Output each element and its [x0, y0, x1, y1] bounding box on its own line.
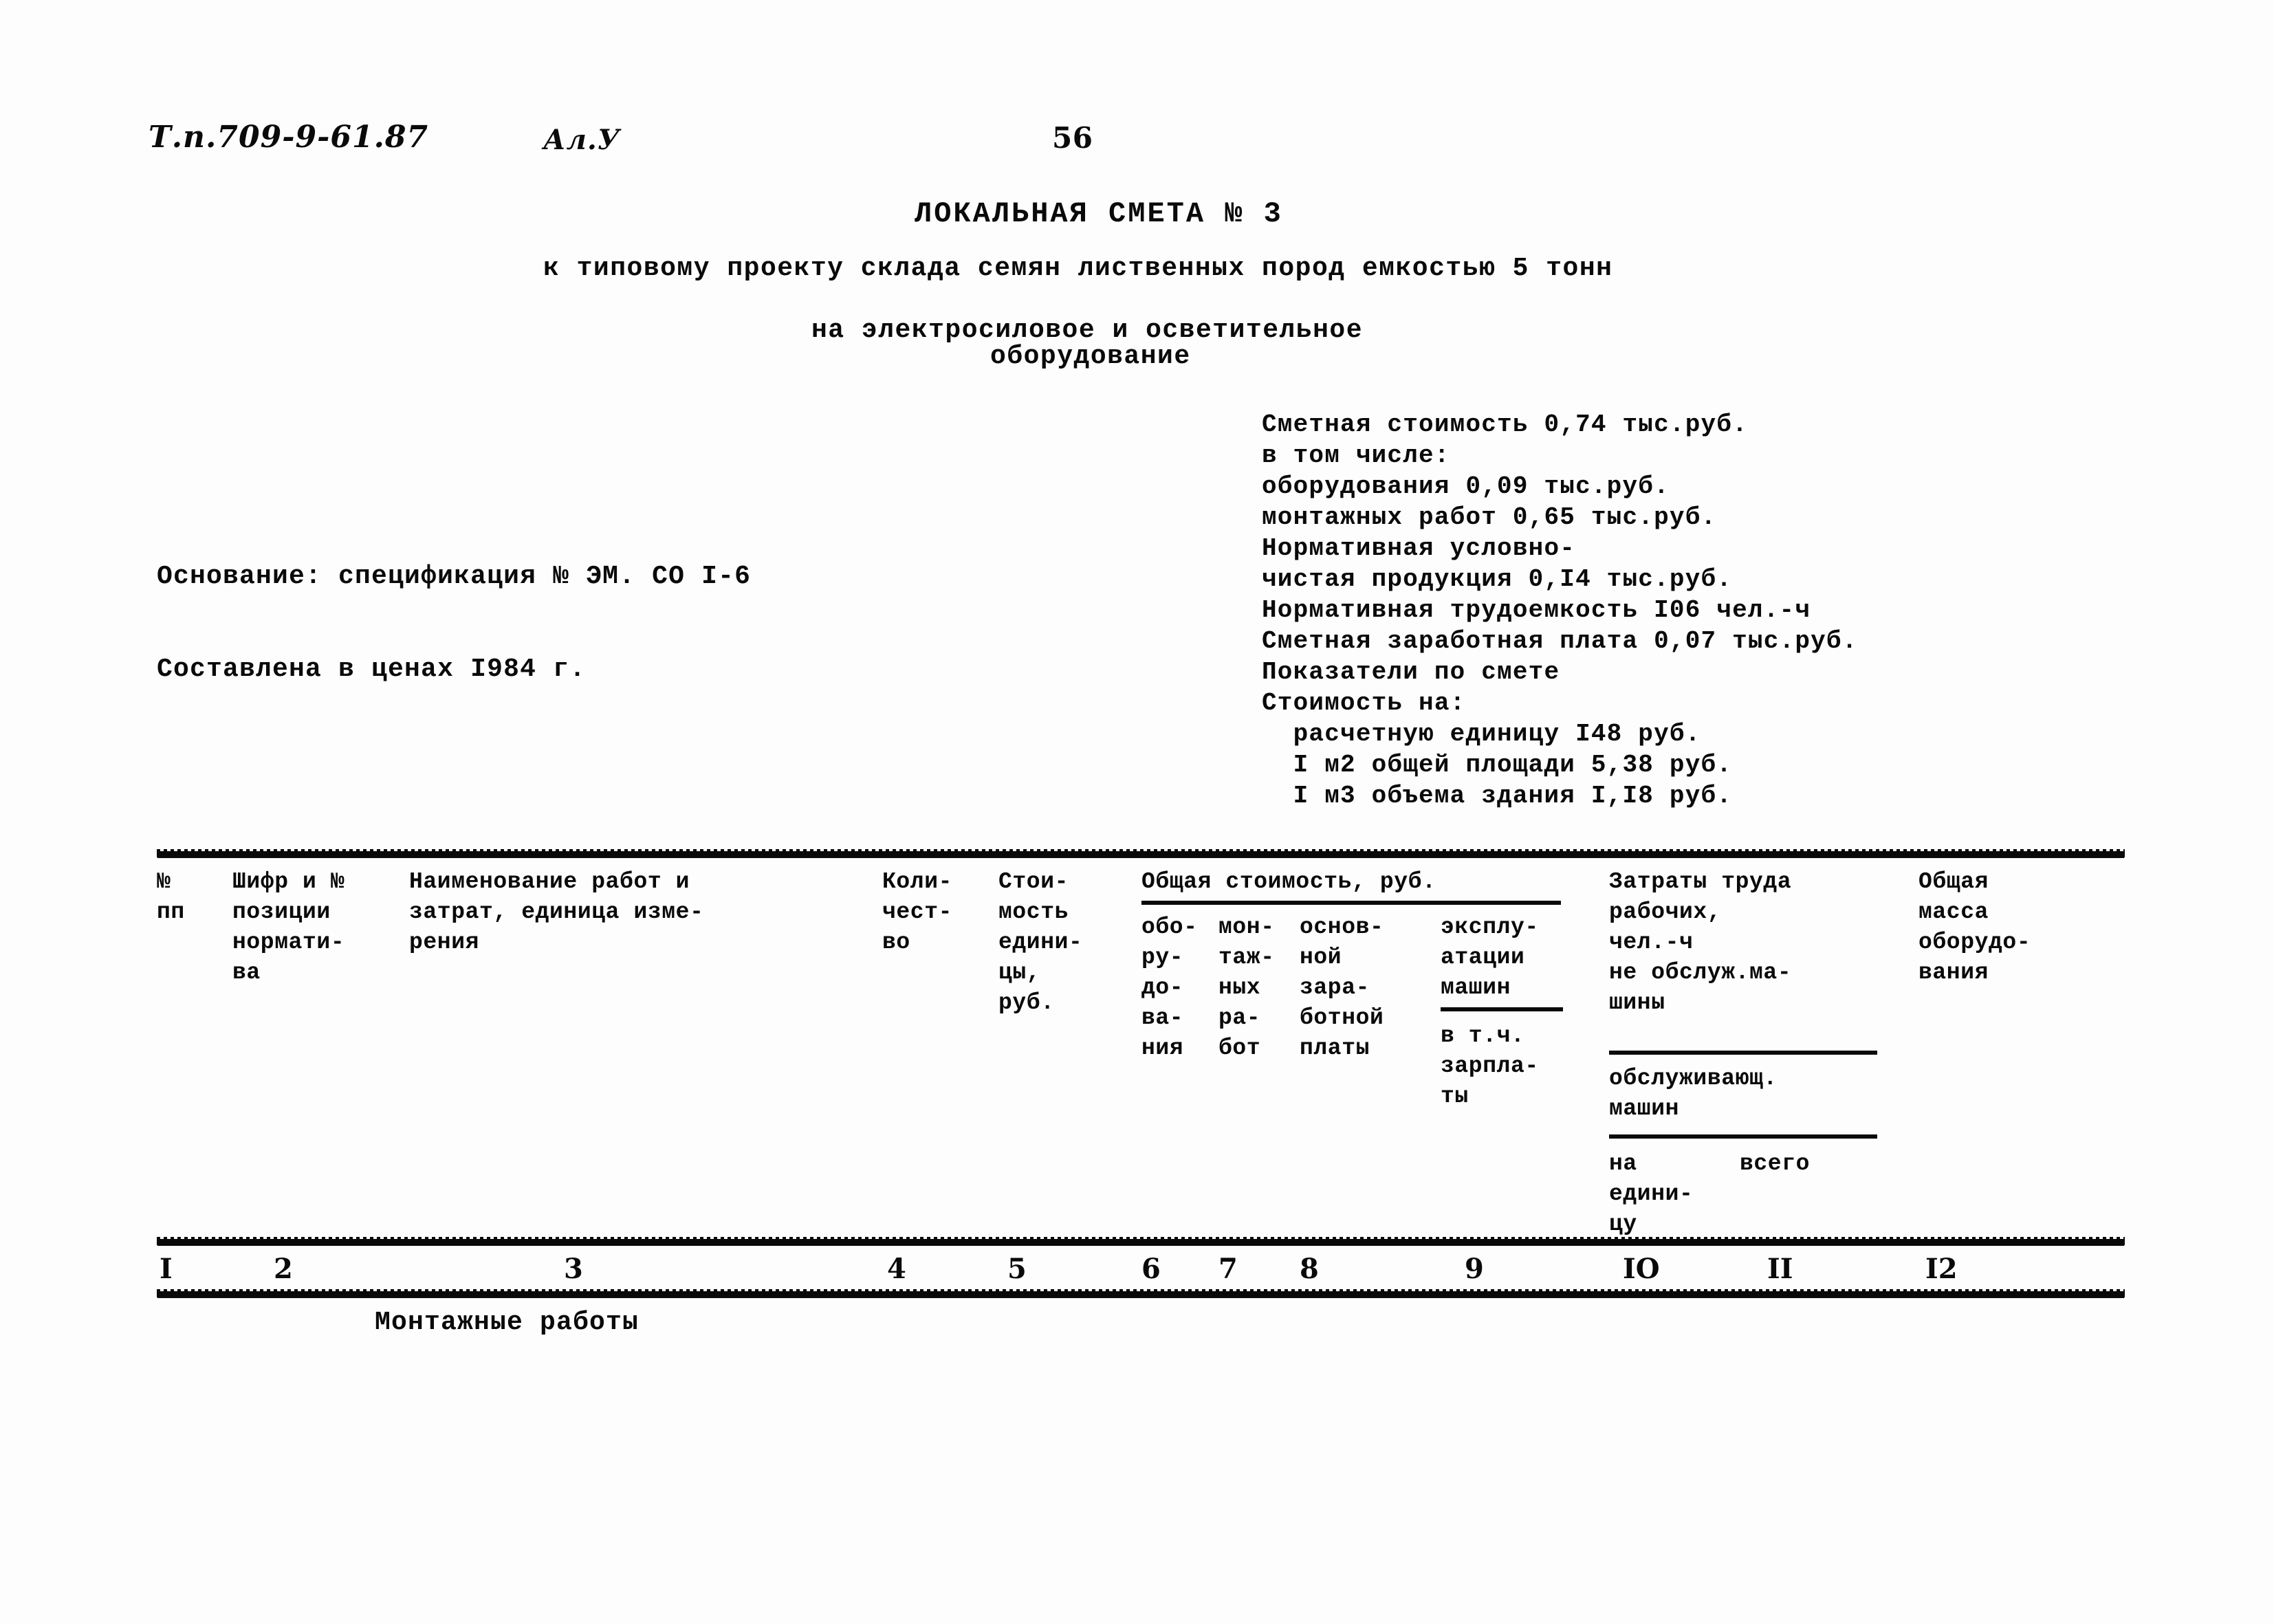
page-title: ЛОКАЛЬНАЯ СМЕТА № 3 — [915, 197, 1283, 230]
summary-line: I м3 объема здания I,I8 руб. — [1262, 782, 1733, 810]
project-code: Т.п.709-9-61.87 — [149, 120, 429, 155]
summary-line: Сметная заработная плата 0,07 тыс.руб. — [1262, 627, 1858, 655]
subtitle-line-2: на электросиловое и осветительное — [811, 316, 1364, 345]
col9-machines-underline — [1441, 1007, 1563, 1011]
table-top-rule — [157, 849, 2125, 857]
header-line: ной — [1300, 945, 1342, 970]
header-line: эксплу- — [1441, 914, 1539, 940]
summary-line: Показатели по смете — [1262, 658, 1560, 686]
column-number: 4 — [887, 1253, 906, 1285]
header-line: зарпла- — [1441, 1053, 1539, 1079]
column-number: I — [160, 1253, 173, 1285]
header-line: мость — [998, 899, 1069, 925]
header-line: мон- — [1218, 914, 1275, 940]
column-number: 3 — [564, 1253, 583, 1285]
column-number: 2 — [274, 1253, 293, 1285]
summary-line: I м2 общей площади 5,38 руб. — [1262, 751, 1733, 779]
header-line: чел.-ч — [1609, 930, 1694, 955]
header-line: машин — [1441, 975, 1511, 1000]
summary-line: в том числе: — [1262, 441, 1450, 470]
header-line: машин — [1609, 1096, 1680, 1121]
table-header-group-total: Общая стоимость, руб. — [1141, 869, 1436, 895]
header-line: Коли- — [882, 869, 953, 895]
header-line: цу — [1609, 1211, 1637, 1237]
document-page: Т.п.709-9-61.87 Ал.У 56 ЛОКАЛЬНАЯ СМЕТА … — [0, 0, 2274, 1624]
header-line: шины — [1609, 990, 1665, 1016]
prices-line: Составлена в ценах I984 г. — [157, 655, 587, 684]
summary-line: Сметная стоимость 0,74 тыс.руб. — [1262, 410, 1748, 439]
header-line: едини- — [998, 930, 1083, 955]
summary-line: Нормативная трудоемкость I06 чел.-ч — [1262, 596, 1811, 624]
summary-line: чистая продукция 0,I4 тыс.руб. — [1262, 565, 1733, 593]
header-line: основ- — [1300, 914, 1384, 940]
col11-underline — [1609, 1134, 1877, 1139]
header-line: ния — [1141, 1035, 1184, 1061]
summary-line: Нормативная условно- — [1262, 534, 1576, 562]
header-line: в т.ч. — [1441, 1023, 1525, 1049]
summary-line: Стоимость на: — [1262, 689, 1466, 717]
header-line: чест- — [882, 899, 953, 925]
subtitle-line-1: к типовому проекту склада семян лиственн… — [543, 254, 1613, 283]
column-number: IO — [1623, 1253, 1660, 1285]
subtitle-line-3: оборудование — [990, 342, 1191, 371]
header-line: зара- — [1300, 975, 1370, 1000]
header-line: не обслуж.ма- — [1609, 960, 1792, 985]
header-line: нормати- — [232, 930, 345, 955]
group-total-underline — [1141, 901, 1561, 905]
summary-line: оборудования 0,09 тыс.руб. — [1262, 472, 1670, 501]
header-line: цы, — [998, 960, 1041, 985]
header-line: ва — [232, 960, 261, 985]
header-line: Затраты труда — [1609, 869, 1792, 895]
header-line: до- — [1141, 975, 1184, 1000]
header-line: Наименование работ и — [409, 869, 690, 895]
header-line: ботной — [1300, 1005, 1384, 1031]
header-line: во — [882, 930, 910, 955]
header-line: ных — [1218, 975, 1261, 1000]
basis-line: Основание: спецификация № ЭМ. СО I-6 — [157, 562, 752, 591]
header-line: вания — [1918, 960, 1989, 985]
header-line: рабочих, — [1609, 899, 1722, 925]
header-line: масса — [1918, 899, 1989, 925]
header-line: едини- — [1609, 1181, 1694, 1207]
header-line: ты — [1441, 1084, 1469, 1109]
column-numbers-bottom-rule — [157, 1289, 2125, 1297]
header-line: пп — [157, 899, 185, 925]
column-number: 5 — [1007, 1253, 1027, 1285]
header-line: № — [157, 869, 171, 895]
section-label-installation-works: Монтажные работы — [375, 1308, 639, 1337]
header-line: всего — [1740, 1151, 1811, 1176]
col10-underline — [1609, 1051, 1877, 1055]
column-number: 7 — [1218, 1253, 1238, 1285]
header-line: рения — [409, 930, 480, 955]
column-number: 8 — [1300, 1253, 1319, 1285]
header-line: на — [1609, 1151, 1637, 1176]
header-line: атации — [1441, 945, 1525, 970]
summary-line: расчетную единицу I48 руб. — [1262, 720, 1701, 748]
album-label: Ал.У — [543, 124, 621, 156]
table-header-bottom-rule — [157, 1237, 2125, 1245]
header-line: затрат, единица изме- — [409, 899, 704, 925]
header-line: Стои- — [998, 869, 1069, 895]
page-number: 56 — [1052, 121, 1093, 155]
header-line: руб. — [998, 990, 1055, 1016]
summary-line: монтажных работ 0,65 тыс.руб. — [1262, 503, 1717, 531]
header-line: Шифр и № — [232, 869, 345, 895]
header-line: ра- — [1218, 1005, 1261, 1031]
column-number: 6 — [1141, 1253, 1161, 1285]
header-line: ру- — [1141, 945, 1184, 970]
header-line: обо- — [1141, 914, 1198, 940]
header-line: платы — [1300, 1035, 1370, 1061]
header-line: бот — [1218, 1035, 1261, 1061]
header-line: оборудо- — [1918, 930, 2031, 955]
header-line: ва- — [1141, 1005, 1184, 1031]
column-number: 9 — [1465, 1253, 1484, 1285]
column-number: II — [1767, 1253, 1793, 1285]
header-line: позиции — [232, 899, 331, 925]
header-line: Общая — [1918, 869, 1989, 895]
column-number: I2 — [1925, 1253, 1958, 1285]
header-line: таж- — [1218, 945, 1275, 970]
header-line: обслуживающ. — [1609, 1066, 1778, 1091]
